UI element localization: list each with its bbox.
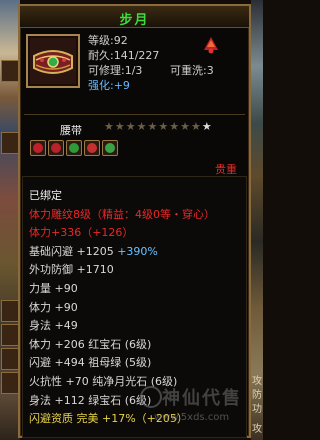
property-text: 力量 +90 — [29, 282, 78, 295]
star-icon: ★ — [169, 120, 180, 133]
item-tooltip: 步月 等级:92 耐久:141/227 可修理:1/3 可重洗:3 强化:+9 … — [18, 4, 251, 438]
watermark-logo-icon — [140, 386, 162, 408]
property-line: 基础闪避 +1205 +390% — [29, 243, 158, 259]
property-text: （+126） — [81, 226, 134, 240]
game-background-right: 攻 防 功 攻 — [251, 0, 263, 440]
property-text: 体力雕纹8级（精益：4级0等・穿心） — [29, 207, 215, 221]
inventory-slot[interactable] — [1, 348, 19, 370]
inventory-slot[interactable] — [1, 60, 19, 82]
item-enhance: 强化:+9 — [88, 77, 130, 93]
inventory-slot[interactable] — [1, 132, 19, 154]
star-icon: ★ — [191, 120, 201, 133]
red-gem-icon[interactable] — [30, 140, 46, 156]
item-durability: 耐久:141/227 — [88, 49, 160, 62]
item-repairable: 可修理:1/3 — [88, 64, 143, 77]
star-icon: ★ — [125, 120, 136, 133]
property-line: 外功防御 +1710 — [29, 261, 114, 277]
tooltip-title-bar: 步月 — [20, 6, 249, 28]
red-gem-icon[interactable] — [48, 140, 64, 156]
item-subtype: 腰带 — [60, 124, 82, 137]
watermark-text: 神仙代售 — [162, 388, 242, 409]
star-icon: ★ — [147, 120, 158, 133]
star-icon: ★ — [201, 120, 212, 133]
property-text: 体力+336 — [29, 226, 82, 240]
property-text: 体力 +90 — [29, 300, 78, 314]
property-line: 体力 +206 红宝石 (6级) — [29, 336, 151, 352]
property-line: 体力+336（+126） — [29, 224, 133, 240]
enhance-label: 强化: — [88, 79, 114, 92]
item-class-badge-icon — [204, 37, 218, 54]
divider — [24, 114, 245, 115]
price-label: 贵重 — [215, 163, 237, 176]
watermark-url: www.5xds.com — [154, 412, 230, 423]
item-rewash: 可重洗:3 — [170, 64, 214, 77]
gem-stone — [33, 143, 43, 153]
right-edge-char: 攻 — [252, 376, 262, 387]
property-text: 外功防御 +1710 — [29, 263, 114, 277]
property-line: 体力雕纹8级（精益：4级0等・穿心） — [29, 206, 215, 222]
inventory-slot[interactable] — [1, 300, 19, 322]
star-icon: ★ — [104, 120, 114, 133]
gem-stone — [87, 143, 97, 153]
property-text: +390% — [117, 244, 158, 258]
green-gem-icon[interactable] — [66, 140, 82, 156]
property-line: 体力 +90 — [29, 299, 78, 315]
inventory-slot[interactable] — [1, 372, 19, 394]
item-name: 步月 — [119, 13, 150, 28]
right-edge-char: 功 — [252, 404, 262, 415]
gem-stone — [105, 143, 115, 153]
belt-icon — [30, 38, 76, 84]
star-icon: ★ — [136, 120, 147, 133]
watermark: 神仙代售 www.5xds.com — [140, 384, 248, 436]
star-icon: ★ — [114, 120, 125, 133]
item-level: 等级:92 — [88, 34, 128, 47]
property-text: 体力 +206 红宝石 (6级) — [29, 337, 152, 351]
green-gem-icon[interactable] — [102, 140, 118, 156]
red-gem-icon[interactable] — [84, 140, 100, 156]
property-line: 身法 +112 绿宝石 (6级) — [29, 392, 151, 408]
star-icon: ★ — [158, 120, 169, 133]
enhance-value: +9 — [113, 79, 130, 92]
property-text: 身法 +49 — [29, 319, 78, 333]
item-icon — [26, 34, 80, 88]
right-edge-char: 攻 — [252, 424, 262, 435]
property-line: 闪避 +494 祖母绿 (5级) — [29, 354, 151, 370]
gem-slots — [30, 140, 120, 158]
inventory-slot[interactable] — [1, 324, 19, 346]
property-line: 已绑定 — [29, 187, 62, 203]
gem-stone — [51, 143, 61, 153]
property-text: 身法 +112 绿宝石 (6级) — [29, 393, 152, 407]
property-line: 力量 +90 — [29, 280, 78, 296]
star-rating: ★★★★★★★★★★ — [104, 120, 213, 134]
property-text: 闪避 +494 祖母绿 (5级) — [29, 356, 152, 370]
gem-stone — [69, 143, 79, 153]
star-icon: ★ — [180, 120, 190, 133]
game-background-left — [0, 0, 20, 440]
property-text: 已绑定 — [29, 189, 62, 202]
property-text: 基础闪避 +1205 — [29, 244, 118, 258]
right-edge-char: 防 — [252, 390, 262, 401]
property-line: 身法 +49 — [29, 317, 78, 333]
